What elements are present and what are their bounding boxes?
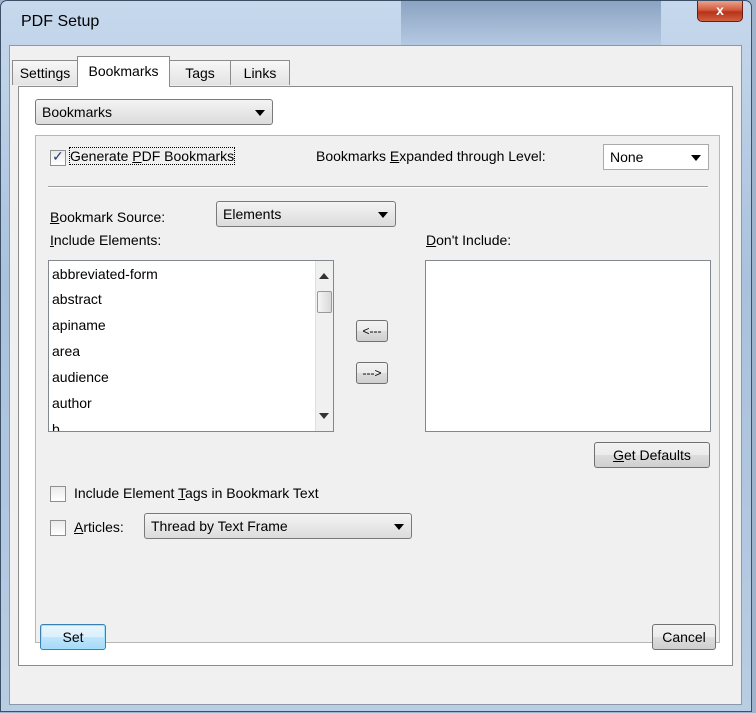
tab-settings[interactable]: Settings bbox=[12, 60, 78, 85]
bookmark-source-label: Bookmark Source: bbox=[50, 209, 166, 225]
articles-value: Thread by Text Frame bbox=[151, 518, 288, 534]
title-bar-glass bbox=[401, 1, 661, 45]
close-button[interactable]: x bbox=[697, 1, 743, 22]
list-item[interactable]: b bbox=[52, 421, 60, 431]
dialog-client-area: Settings Bookmarks Tags Links Bookmarks … bbox=[9, 45, 742, 705]
include-tags-checkbox[interactable] bbox=[50, 486, 66, 502]
generate-bookmarks-label[interactable]: Generate PDF Bookmarks bbox=[68, 147, 236, 165]
scroll-down-icon[interactable] bbox=[319, 413, 329, 419]
tab-bookmarks[interactable]: Bookmarks bbox=[77, 56, 170, 87]
bookmarks-group: ✓ Generate PDF Bookmarks Bookmarks Expan… bbox=[35, 135, 720, 643]
generate-bookmarks-checkbox[interactable]: ✓ bbox=[50, 148, 66, 166]
articles-label[interactable]: Articles: bbox=[74, 519, 124, 535]
panel-selector-dropdown[interactable]: Bookmarks bbox=[35, 99, 273, 125]
articles-checkbox[interactable] bbox=[50, 520, 66, 536]
title-bar[interactable]: PDF Setup x bbox=[1, 1, 751, 45]
scroll-thumb[interactable] bbox=[317, 291, 332, 313]
window-title: PDF Setup bbox=[21, 13, 100, 30]
include-tags-label[interactable]: Include Element Tags in Bookmark Text bbox=[74, 485, 319, 501]
checkmark-icon: ✓ bbox=[52, 148, 64, 164]
tab-tags[interactable]: Tags bbox=[169, 60, 231, 85]
scroll-up-icon[interactable] bbox=[319, 273, 329, 279]
expanded-level-dropdown[interactable]: None bbox=[603, 144, 709, 170]
bookmark-source-value: Elements bbox=[223, 206, 282, 222]
chevron-down-icon bbox=[394, 524, 404, 530]
list-item[interactable]: abbreviated-form bbox=[52, 266, 158, 282]
get-defaults-button[interactable]: Get Defaults bbox=[594, 442, 710, 468]
panel-selector-value: Bookmarks bbox=[42, 104, 113, 120]
chevron-down-icon bbox=[378, 212, 388, 218]
move-right-button[interactable]: ---> bbox=[356, 362, 388, 384]
separator bbox=[48, 186, 708, 188]
list-item[interactable]: author bbox=[52, 395, 92, 411]
expanded-level-value: None bbox=[610, 149, 644, 165]
pdf-setup-window: PDF Setup x Settings Bookmarks Tags Link… bbox=[0, 0, 752, 712]
tab-links[interactable]: Links bbox=[230, 60, 290, 85]
list-item[interactable]: audience bbox=[52, 369, 109, 385]
list-item[interactable]: apiname bbox=[52, 317, 106, 333]
close-icon: x bbox=[716, 2, 724, 18]
dont-include-label: Don't Include: bbox=[426, 232, 512, 248]
cancel-button[interactable]: Cancel bbox=[652, 624, 716, 650]
set-button[interactable]: Set bbox=[40, 624, 106, 650]
list-item[interactable]: abstract bbox=[52, 291, 102, 307]
dont-include-list[interactable] bbox=[425, 260, 711, 432]
include-elements-label: Include Elements: bbox=[50, 232, 162, 248]
move-left-button[interactable]: <--- bbox=[356, 320, 388, 342]
list-item[interactable]: area bbox=[52, 343, 80, 359]
chevron-down-icon bbox=[691, 155, 701, 161]
articles-dropdown[interactable]: Thread by Text Frame bbox=[144, 513, 412, 539]
include-list-scrollbar[interactable] bbox=[315, 261, 333, 431]
include-elements-list[interactable]: abbreviated-form abstract apiname area a… bbox=[48, 260, 334, 432]
bookmark-source-dropdown[interactable]: Elements bbox=[216, 201, 396, 227]
chevron-down-icon bbox=[255, 110, 265, 116]
bookmarks-tab-panel: Bookmarks ✓ Generate PDF Bookmarks Bookm… bbox=[18, 86, 733, 666]
expanded-level-label: Bookmarks Expanded through Level: bbox=[316, 148, 546, 164]
